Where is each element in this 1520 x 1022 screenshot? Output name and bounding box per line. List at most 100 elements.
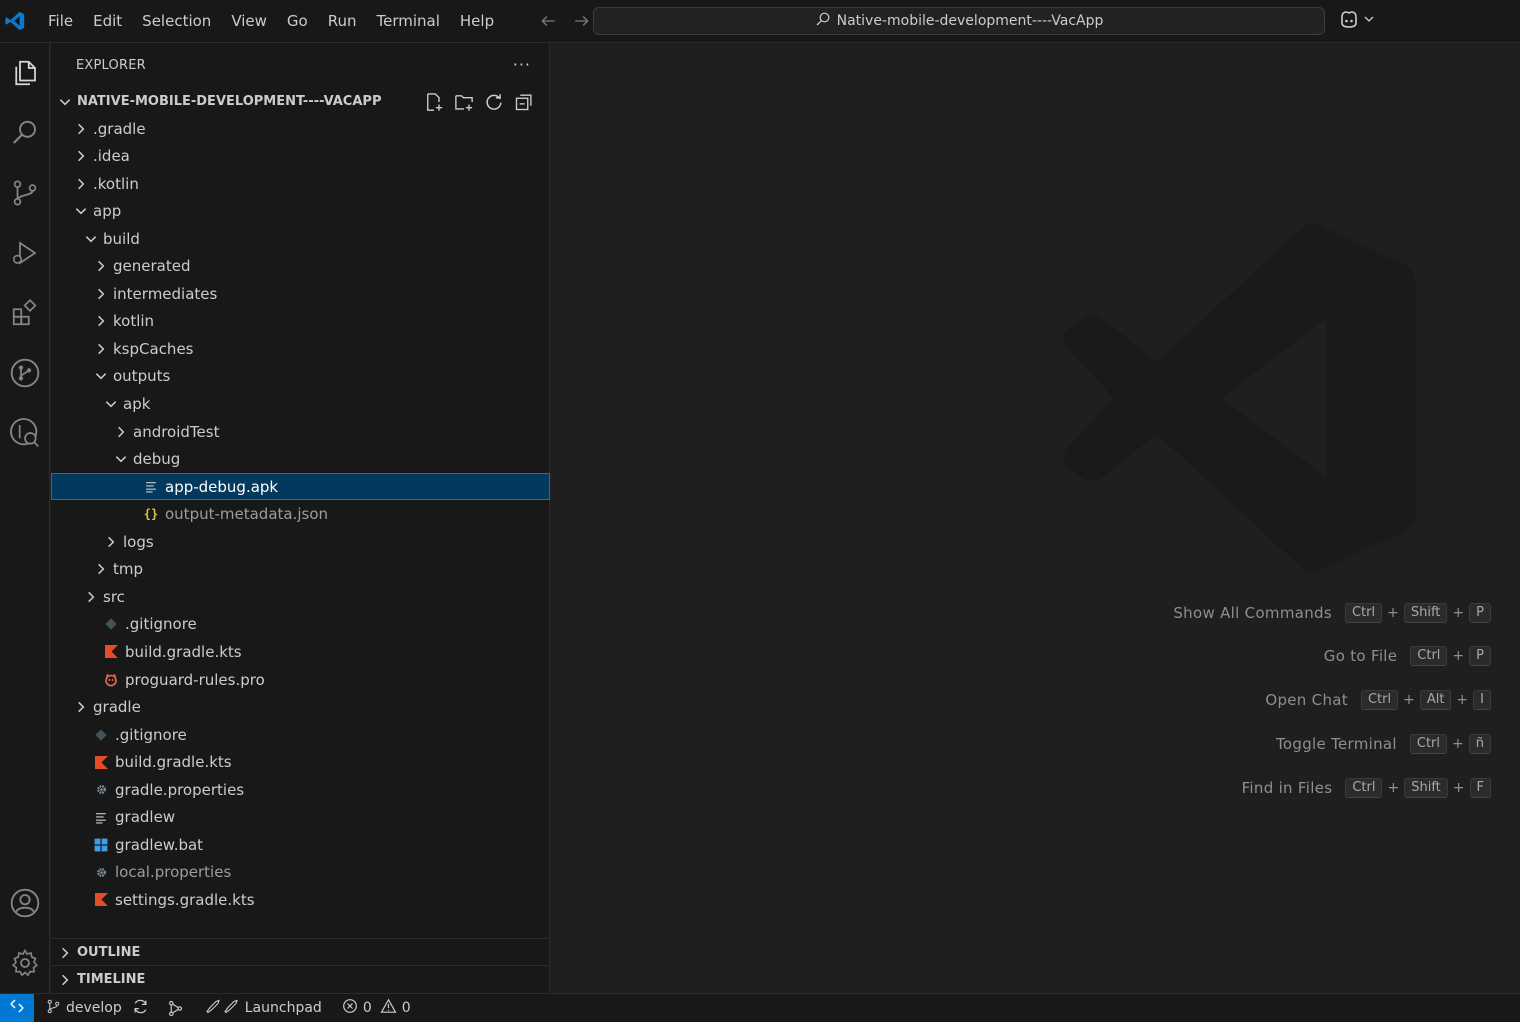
tree-item-label: gradle.properties — [115, 780, 245, 799]
branch-icon — [46, 999, 61, 1018]
tree-item-label: tmp — [113, 560, 144, 579]
launchpad-status[interactable]: Launchpad — [204, 998, 322, 1019]
tree-folder-build[interactable]: build — [51, 225, 550, 252]
shortcut-hint: Go to File Ctrl + P — [1324, 643, 1491, 669]
git-graph-icon[interactable] — [0, 349, 50, 397]
tree-file-local-properties[interactable]: local.properties — [51, 859, 550, 886]
tree-folder-apk[interactable]: apk — [51, 391, 550, 418]
kotlin-icon — [93, 892, 109, 908]
tree-file-gradlew[interactable]: gradlew — [51, 804, 550, 831]
run-debug-icon[interactable] — [0, 229, 50, 277]
tree-folder-outputs[interactable]: outputs — [51, 363, 550, 390]
kotlin-icon — [103, 644, 119, 660]
git-icon — [93, 727, 109, 743]
back-arrow-icon[interactable] — [534, 7, 562, 35]
tree-folder-kotlin[interactable]: kotlin — [51, 308, 550, 335]
sync-icon[interactable] — [132, 998, 149, 1019]
extensions-icon[interactable] — [0, 289, 50, 337]
plus-separator: + — [1456, 692, 1469, 708]
outline-section[interactable]: OUTLINE — [51, 938, 550, 966]
menu-go[interactable]: Go — [277, 0, 318, 42]
menu-file[interactable]: File — [38, 0, 83, 42]
branch-status[interactable]: develop — [46, 998, 149, 1019]
tree-item-label: gradle — [93, 698, 141, 717]
command-center[interactable]: Native-mobile-development----VacApp — [593, 7, 1325, 35]
chevron-down-icon — [83, 231, 99, 247]
tree-folder-app[interactable]: app — [51, 198, 550, 225]
tree-folder-generated[interactable]: generated — [51, 253, 550, 280]
problems-status[interactable]: 0 0 — [342, 998, 411, 1018]
tree-item-label: .idea — [93, 147, 130, 166]
tree-folder-androidtest[interactable]: androidTest — [51, 418, 550, 445]
refresh-icon[interactable] — [484, 92, 504, 116]
shortcut-label: Go to File — [1323, 647, 1398, 665]
tree-file-gradlew-bat[interactable]: gradlew.bat — [51, 831, 550, 858]
tree-file-output-metadata-json[interactable]: {} output-metadata.json — [51, 501, 550, 528]
tree-folder-tmp[interactable]: tmp — [51, 556, 550, 583]
proguard-icon — [103, 672, 119, 688]
keycap: Shift — [1404, 778, 1448, 798]
chevron-down-icon — [113, 451, 129, 467]
keycap: I — [1473, 690, 1491, 710]
tree-file-gitignore[interactable]: .gitignore — [51, 721, 550, 748]
tree-file-build-gradle-kts[interactable]: build.gradle.kts — [51, 638, 550, 665]
remote-indicator[interactable] — [0, 993, 34, 1022]
new-file-icon[interactable] — [424, 92, 444, 116]
chevron-right-icon — [113, 424, 129, 440]
tree-folder-kspcaches[interactable]: kspCaches — [51, 335, 550, 362]
menu-help[interactable]: Help — [450, 0, 504, 42]
tree-folder-gradle[interactable]: .gradle — [51, 115, 550, 142]
tree-item-label: .gitignore — [115, 725, 187, 744]
tree-file-proguard-rules-pro[interactable]: proguard-rules.pro — [51, 666, 550, 693]
gear-file-icon — [93, 782, 109, 798]
collapse-all-icon[interactable] — [514, 92, 534, 116]
shortcut-hint: Show All Commands Ctrl + Shift + P — [1173, 600, 1491, 626]
tree-file-settings-gradle-kts[interactable]: settings.gradle.kts — [51, 886, 550, 913]
tree-file-gitignore[interactable]: .gitignore — [51, 611, 550, 638]
tree-item-label: androidTest — [133, 422, 220, 441]
tree-item-label: kspCaches — [113, 339, 194, 358]
tree-item-label: build — [103, 229, 140, 248]
chevron-right-icon — [53, 946, 77, 960]
tree-folder-gradle[interactable]: gradle — [51, 694, 550, 721]
tree-item-label: intermediates — [113, 284, 218, 303]
gear-icon[interactable] — [0, 939, 50, 987]
vscode-logo-icon — [2, 8, 28, 34]
outline-label: OUTLINE — [77, 945, 141, 960]
menu-selection[interactable]: Selection — [132, 0, 221, 42]
timeline-section[interactable]: TIMELINE — [51, 965, 550, 993]
tree-folder-kotlin[interactable]: .kotlin — [51, 170, 550, 197]
accounts-icon[interactable] — [0, 879, 50, 927]
source-control-icon[interactable] — [0, 169, 50, 217]
graph-status-icon[interactable] — [167, 1000, 184, 1017]
tree-folder-logs[interactable]: logs — [51, 528, 550, 555]
tree-folder-intermediates[interactable]: intermediates — [51, 280, 550, 307]
tree-item-label: .kotlin — [93, 174, 139, 193]
tree-folder-idea[interactable]: .idea — [51, 143, 550, 170]
menu-edit[interactable]: Edit — [83, 0, 132, 42]
menu-terminal[interactable]: Terminal — [367, 0, 450, 42]
keycap: Ctrl — [1410, 646, 1448, 666]
forward-arrow-icon[interactable] — [568, 7, 596, 35]
plus-separator: + — [1403, 692, 1415, 708]
search-view-icon[interactable] — [0, 109, 50, 157]
explorer-icon[interactable] — [0, 49, 50, 97]
tree-file-gradle-properties[interactable]: gradle.properties — [51, 776, 550, 803]
menu-view[interactable]: View — [221, 0, 277, 42]
timeline-label: TIMELINE — [77, 972, 146, 987]
workspace-root-header[interactable]: NATIVE-MOBILE-DEVELOPMENT----VACAPP — [51, 88, 550, 115]
more-actions-icon[interactable]: ··· — [513, 55, 531, 74]
gitlens-inspect-icon[interactable] — [0, 409, 50, 457]
tree-file-build-gradle-kts[interactable]: build.gradle.kts — [51, 749, 550, 776]
menu-run[interactable]: Run — [318, 0, 367, 42]
shortcut-hint: Toggle Terminal Ctrl + ñ — [1276, 731, 1491, 757]
new-folder-icon[interactable] — [454, 92, 474, 116]
plus-separator: + — [1452, 780, 1465, 796]
chevron-right-icon — [103, 534, 119, 550]
tree-folder-src[interactable]: src — [51, 583, 550, 610]
copilot-button[interactable] — [1338, 9, 1375, 33]
tree-folder-debug[interactable]: debug — [51, 446, 550, 473]
activity-bar — [0, 43, 50, 993]
copilot-icon — [1338, 9, 1360, 33]
tree-file-app-debug-apk[interactable]: app-debug.apk — [51, 473, 550, 501]
